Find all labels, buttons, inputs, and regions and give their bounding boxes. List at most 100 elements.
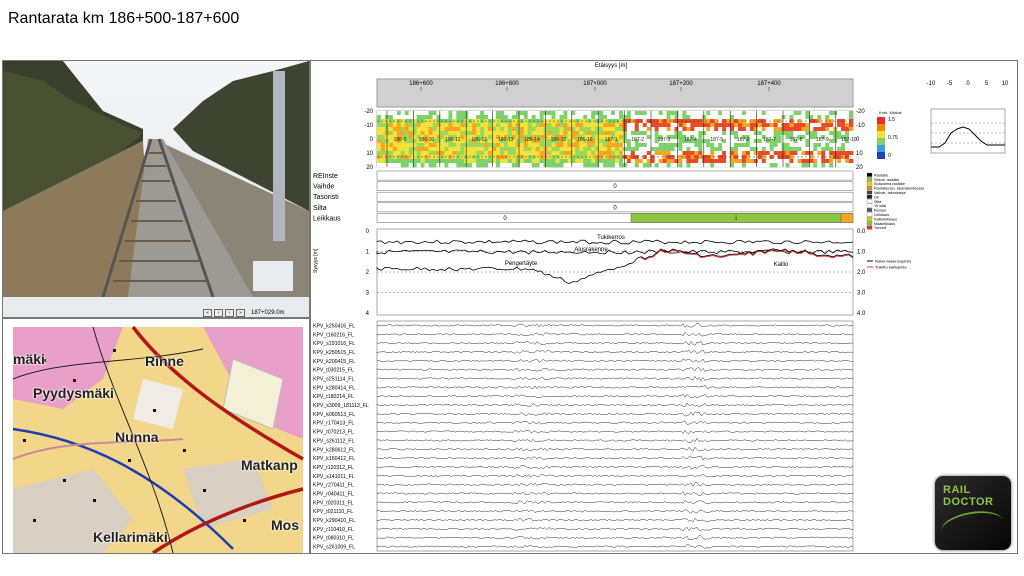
analysis-panel: Etäisyys [m] 186+600 186+800 187+000 187+20… bbox=[310, 60, 1018, 554]
gpr-cell bbox=[460, 131, 465, 136]
gpr-cell bbox=[825, 115, 830, 120]
gpr-cell bbox=[575, 143, 580, 148]
gpr-cell bbox=[761, 151, 767, 156]
gpr-cell bbox=[456, 115, 461, 120]
gpr-cell bbox=[777, 115, 782, 120]
gpr-cell bbox=[472, 147, 477, 152]
gpr-cell bbox=[634, 115, 640, 120]
gpr-cell bbox=[650, 111, 655, 116]
gpr-cell bbox=[674, 115, 679, 120]
gpr-cell bbox=[420, 115, 425, 120]
gpr-cell bbox=[416, 115, 421, 120]
gpr-cell bbox=[634, 159, 640, 164]
gpr-cell bbox=[793, 143, 798, 148]
gpr-cell bbox=[559, 111, 564, 116]
gpr-cell bbox=[745, 147, 751, 152]
gpr-cell bbox=[547, 143, 552, 148]
segment-label: 186-15 bbox=[551, 137, 567, 143]
trace-label: KPV_k290410_FL bbox=[313, 518, 355, 524]
gpr-cell bbox=[793, 163, 798, 168]
gpr-cell bbox=[404, 147, 410, 152]
gpr-cell bbox=[793, 111, 798, 116]
gpr-cell bbox=[607, 147, 612, 152]
first-frame-button[interactable]: « bbox=[203, 309, 212, 317]
gpr-cell bbox=[745, 143, 751, 148]
gpr-cell bbox=[666, 151, 671, 156]
gpr-cell bbox=[678, 115, 683, 120]
gpr-cell bbox=[480, 147, 485, 152]
colorbar-tick: 1.5 bbox=[888, 117, 895, 123]
gpr-cell bbox=[710, 151, 715, 156]
gpr-cell bbox=[377, 139, 382, 144]
next-frame-button[interactable]: › bbox=[225, 309, 234, 317]
gpr-cell bbox=[567, 127, 572, 132]
gpr-cell bbox=[769, 127, 774, 132]
gpr-cell bbox=[638, 143, 644, 148]
gpr-cell bbox=[730, 131, 735, 136]
gpr-cell bbox=[496, 123, 501, 128]
gpr-cell bbox=[670, 131, 675, 136]
gpr-cell bbox=[432, 127, 437, 132]
gpr-cell bbox=[416, 111, 421, 116]
leikkaus-segment-label: i bbox=[735, 216, 736, 222]
gpr-cell bbox=[618, 139, 624, 144]
gpr-cell bbox=[436, 131, 441, 136]
gpr-cell bbox=[460, 135, 465, 140]
last-frame-button[interactable]: » bbox=[236, 309, 245, 317]
gpr-cell bbox=[650, 143, 655, 148]
gpr-cell bbox=[456, 163, 461, 168]
gpr-cell bbox=[745, 151, 751, 156]
gpr-cell bbox=[377, 159, 382, 164]
gpr-cell bbox=[749, 159, 755, 164]
gpr-cell bbox=[392, 123, 398, 128]
gpr-cell bbox=[392, 131, 398, 136]
gpr-cell bbox=[527, 151, 532, 156]
trace-label: KPV_t070213_FL bbox=[313, 430, 354, 436]
gpr-cell bbox=[472, 123, 477, 128]
gpr-cell bbox=[761, 147, 767, 152]
gpr-cell bbox=[849, 147, 854, 152]
analysis-chart: Etäisyys [m] 186+600 186+800 187+000 187+20… bbox=[313, 63, 1009, 552]
colorbar-swatch bbox=[877, 152, 885, 159]
gpr-cell bbox=[416, 151, 421, 156]
previous-frame-button[interactable]: ‹ bbox=[214, 309, 223, 317]
gpr-cell bbox=[769, 163, 774, 168]
gpr-cell bbox=[523, 115, 529, 120]
gpr-cell bbox=[440, 151, 445, 156]
gpr-cell bbox=[432, 131, 437, 136]
gpr-cell bbox=[476, 163, 481, 168]
gpr-cell bbox=[761, 163, 767, 168]
gpr-cell bbox=[626, 147, 632, 152]
gpr-cell bbox=[543, 151, 548, 156]
gpr-cell bbox=[801, 123, 806, 128]
gpr-cell bbox=[801, 163, 806, 168]
gpr-cell bbox=[674, 135, 679, 140]
gpr-cell bbox=[563, 159, 568, 164]
gpr-cell bbox=[591, 127, 596, 132]
gpr-cell bbox=[515, 135, 521, 140]
gpr-cell bbox=[622, 147, 628, 152]
gpr-cell bbox=[769, 123, 774, 128]
gpr-cell bbox=[595, 123, 600, 128]
gpr-cell bbox=[452, 143, 457, 148]
gpr-cell bbox=[825, 131, 830, 136]
gpr-cell bbox=[845, 159, 850, 164]
gpr-cell bbox=[456, 151, 461, 156]
gpr-cell bbox=[603, 159, 608, 164]
trace-label: KPV_s3009_181113_FL bbox=[313, 403, 369, 409]
gpr-cell bbox=[476, 147, 481, 152]
gpr-cell bbox=[622, 131, 628, 136]
gpr-cell bbox=[396, 115, 402, 120]
gpr-cell bbox=[535, 151, 540, 156]
gpr-cell bbox=[599, 111, 604, 116]
gpr-cell bbox=[380, 143, 386, 148]
gpr-cell bbox=[535, 127, 540, 132]
gpr-cell bbox=[607, 163, 612, 168]
gpr-cell bbox=[682, 151, 687, 156]
gpr-cell bbox=[726, 115, 731, 120]
gpr-cell bbox=[817, 127, 822, 132]
gpr-cell bbox=[480, 131, 485, 136]
legend-swatch bbox=[866, 186, 873, 190]
gpr-cell bbox=[682, 115, 687, 120]
gpr-cell bbox=[785, 127, 790, 132]
